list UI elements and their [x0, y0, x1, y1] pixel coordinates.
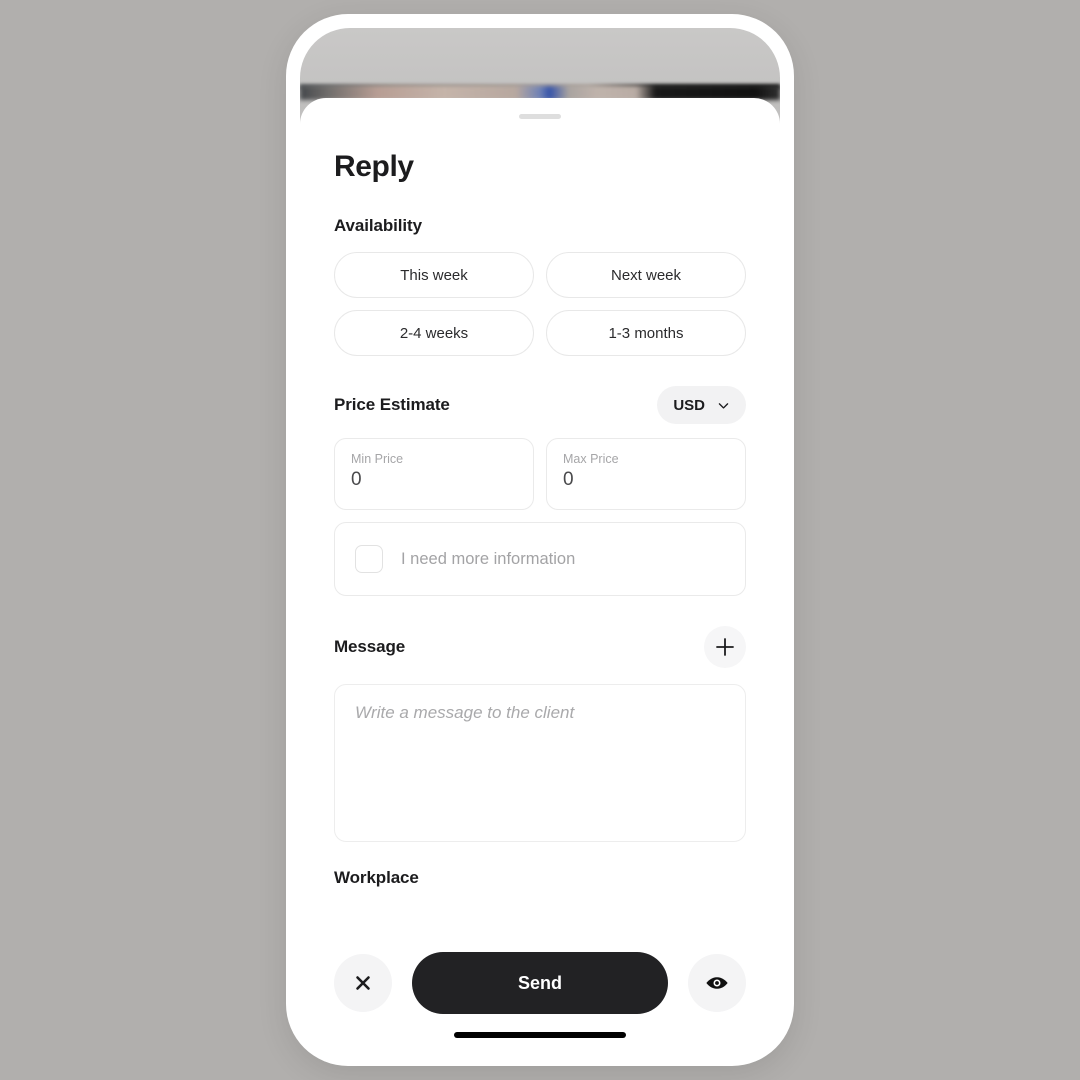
add-message-template-button[interactable]: [704, 626, 746, 668]
price-estimate-section: Price Estimate USD Min Price 0 Max Price…: [334, 386, 746, 596]
min-price-value: 0: [351, 469, 362, 490]
price-estimate-header: Price Estimate USD: [334, 386, 746, 424]
availability-section: Availability This week Next week 2-4 wee…: [334, 216, 746, 356]
message-placeholder: Write a message to the client: [355, 703, 575, 722]
page-title: Reply: [334, 150, 414, 183]
eye-icon: [706, 977, 728, 989]
message-input[interactable]: Write a message to the client: [334, 684, 746, 842]
sheet-content: Reply Availability This week Next week 2…: [300, 98, 780, 1052]
need-more-information-checkbox[interactable]: [355, 545, 383, 573]
availability-label: Availability: [334, 216, 422, 235]
close-icon: [356, 976, 370, 990]
message-section: Message Write a message to the client: [334, 626, 746, 842]
preview-button[interactable]: [688, 954, 746, 1012]
message-label: Message: [334, 637, 406, 656]
need-more-information-label: I need more information: [401, 549, 576, 568]
currency-value: USD: [673, 396, 705, 414]
message-header: Message: [334, 626, 746, 668]
page-background: Reply Availability This week Next week 2…: [0, 0, 1080, 1080]
price-estimate-label: Price Estimate: [334, 395, 450, 414]
availability-chip-2-4-weeks[interactable]: 2-4 weeks: [334, 310, 534, 356]
phone-frame: Reply Availability This week Next week 2…: [286, 14, 794, 1066]
send-button[interactable]: Send: [412, 952, 668, 1014]
availability-chip-1-3-months[interactable]: 1-3 months: [546, 310, 746, 356]
plus-icon: [716, 638, 734, 656]
phone-screen: Reply Availability This week Next week 2…: [300, 28, 780, 1052]
min-price-field[interactable]: Min Price 0: [334, 438, 534, 510]
availability-chip-this-week[interactable]: This week: [334, 252, 534, 298]
max-price-label: Max Price: [563, 452, 619, 466]
action-bar: Send: [300, 948, 780, 1018]
workplace-label: Workplace: [334, 868, 419, 887]
max-price-value: 0: [563, 469, 574, 490]
home-indicator: [454, 1032, 626, 1038]
max-price-field[interactable]: Max Price 0: [546, 438, 746, 510]
availability-options: This week Next week 2-4 weeks 1-3 months: [334, 252, 746, 356]
availability-chip-next-week[interactable]: Next week: [546, 252, 746, 298]
price-inputs: Min Price 0 Max Price 0: [334, 438, 746, 510]
chevron-down-icon: [718, 402, 729, 409]
min-price-label: Min Price: [351, 452, 404, 466]
reply-bottom-sheet: Reply Availability This week Next week 2…: [300, 98, 780, 1052]
need-more-information-row[interactable]: I need more information: [334, 522, 746, 596]
close-button[interactable]: [334, 954, 392, 1012]
currency-selector[interactable]: USD: [657, 386, 746, 424]
